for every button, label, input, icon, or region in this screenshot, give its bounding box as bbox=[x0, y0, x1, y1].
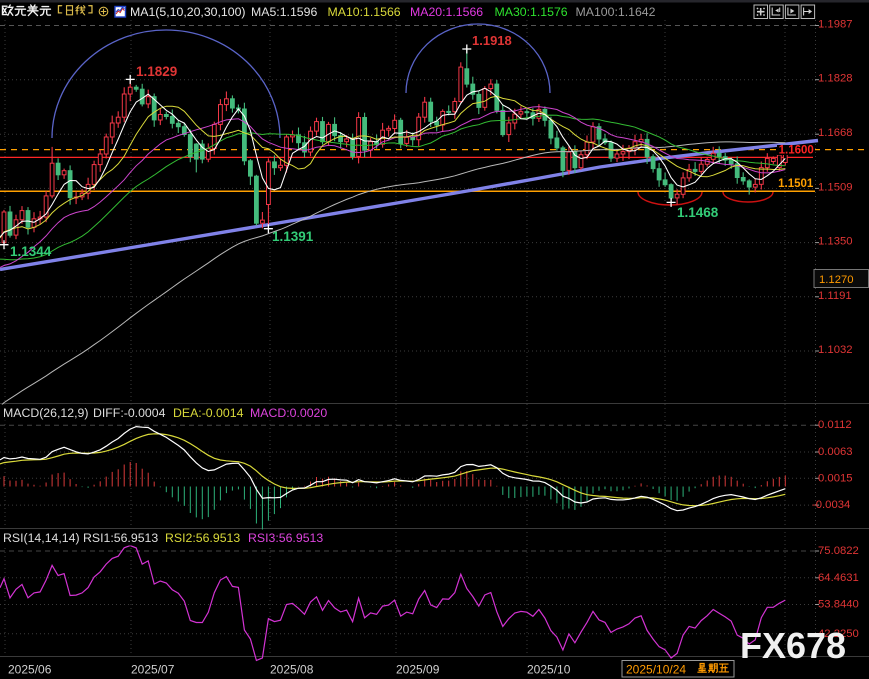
svg-text:1.1468: 1.1468 bbox=[677, 205, 719, 220]
svg-text:MA1(5,10,20,30,100): MA1(5,10,20,30,100) bbox=[130, 5, 246, 19]
svg-text:MA100:1.1642: MA100:1.1642 bbox=[576, 5, 656, 19]
svg-text:0.0015: 0.0015 bbox=[818, 472, 853, 484]
svg-text:MA5:1.1596: MA5:1.1596 bbox=[251, 5, 317, 19]
svg-text:53.8440: 53.8440 bbox=[818, 599, 859, 611]
svg-text:1.1828: 1.1828 bbox=[818, 73, 853, 85]
svg-text:1.1191: 1.1191 bbox=[818, 290, 852, 302]
svg-text:1.1987: 1.1987 bbox=[818, 19, 853, 31]
svg-text:FX678: FX678 bbox=[740, 625, 846, 666]
svg-text:0.0112: 0.0112 bbox=[818, 419, 852, 431]
svg-text:1.1350: 1.1350 bbox=[818, 236, 853, 248]
svg-text:1.1829: 1.1829 bbox=[136, 64, 177, 79]
svg-text:2025/08: 2025/08 bbox=[270, 663, 314, 677]
svg-text:-0.0034: -0.0034 bbox=[812, 499, 850, 511]
svg-text:64.4631: 64.4631 bbox=[818, 572, 859, 584]
svg-text:1.1032: 1.1032 bbox=[818, 344, 853, 356]
svg-text:MACD(26,12,9)DIFF:-0.0004DEA:-: MACD(26,12,9)DIFF:-0.0004DEA:-0.0014MACD… bbox=[3, 406, 327, 420]
svg-text:MA30:1.1576: MA30:1.1576 bbox=[495, 5, 568, 19]
svg-text:1.1270: 1.1270 bbox=[819, 274, 854, 286]
svg-text:MA10:1.1566: MA10:1.1566 bbox=[328, 5, 401, 19]
svg-text:1.1918: 1.1918 bbox=[472, 33, 512, 48]
svg-text:1.1509: 1.1509 bbox=[818, 181, 853, 193]
svg-text:0.0063: 0.0063 bbox=[818, 446, 853, 458]
svg-text:2025/06: 2025/06 bbox=[8, 663, 52, 677]
svg-text:2025/07: 2025/07 bbox=[131, 663, 175, 677]
svg-text:1.1668: 1.1668 bbox=[818, 127, 853, 139]
svg-text:1.1344: 1.1344 bbox=[10, 244, 52, 259]
svg-text:MA20:1.1566: MA20:1.1566 bbox=[410, 5, 483, 19]
svg-text:1.1600: 1.1600 bbox=[779, 145, 814, 157]
svg-text:1.1391: 1.1391 bbox=[272, 229, 314, 244]
svg-text:2025/09: 2025/09 bbox=[396, 663, 440, 677]
svg-text:2025/10/24: 2025/10/24 bbox=[626, 663, 686, 677]
svg-text:75.0822: 75.0822 bbox=[818, 545, 859, 557]
svg-text:1.1501: 1.1501 bbox=[778, 178, 814, 190]
svg-text:2025/10: 2025/10 bbox=[527, 663, 571, 677]
